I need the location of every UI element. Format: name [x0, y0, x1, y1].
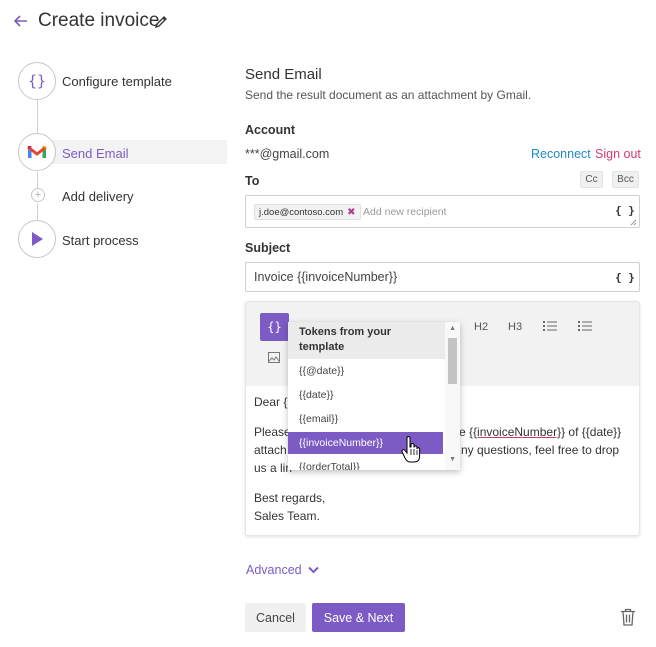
body-text-fragment: e	[459, 425, 470, 439]
subject-tokens-icon[interactable]: { }	[615, 271, 635, 284]
heading2-button[interactable]: H2	[474, 321, 488, 333]
step-connector	[37, 203, 38, 221]
save-next-button[interactable]: Save & Next	[312, 603, 405, 632]
hand-cursor-icon	[401, 436, 421, 463]
bcc-button[interactable]: Bcc	[612, 171, 639, 188]
subject-value: Invoice {{invoiceNumber}}	[254, 270, 398, 284]
body-line-3b: ny questions, feel free to drop	[461, 443, 620, 457]
section-subtitle: Send the result document as an attachmen…	[245, 88, 532, 102]
recipient-chip-label: j.doe@contoso.com	[259, 206, 344, 218]
step-configure-template-icon[interactable]: {}	[18, 62, 56, 100]
advanced-label: Advanced	[246, 563, 302, 577]
reconnect-link[interactable]: Reconnect	[531, 147, 591, 161]
to-tokens-icon[interactable]: { }	[615, 204, 635, 217]
to-label: To	[245, 174, 260, 188]
step-start-process-icon[interactable]	[18, 220, 56, 258]
subject-label: Subject	[245, 241, 291, 255]
tokens-dropdown-header: Tokens from your template	[288, 322, 446, 359]
account-value: ***@gmail.com	[245, 147, 330, 161]
step-connector	[37, 172, 38, 188]
body-line-greeting: Dear {	[254, 395, 288, 409]
invoice-number-token: {{invoiceNumber}}	[469, 425, 566, 439]
bulleted-list-icon[interactable]	[543, 320, 557, 332]
step-label-add-delivery[interactable]: Add delivery	[62, 189, 134, 204]
body-text-fragment: of {{date}}	[565, 425, 622, 439]
plus-icon[interactable]: +	[31, 188, 45, 202]
step-send-email-icon[interactable]	[18, 133, 56, 171]
trash-icon[interactable]	[620, 608, 636, 626]
recipient-chip[interactable]: j.doe@contoso.com ✖	[254, 204, 361, 220]
resize-handle-icon[interactable]	[630, 219, 637, 226]
account-label: Account	[245, 123, 295, 137]
scrollbar-thumb[interactable]	[448, 338, 457, 384]
token-option[interactable]: {{date}}	[288, 384, 443, 406]
recipient-placeholder[interactable]: Add new recipient	[363, 206, 446, 218]
advanced-toggle[interactable]: Advanced	[246, 563, 319, 577]
insert-token-button[interactable]: {}	[260, 313, 289, 341]
step-connector	[37, 100, 38, 134]
braces-icon: {}	[27, 72, 47, 90]
sign-out-link[interactable]: Sign out	[595, 147, 641, 161]
chevron-down-icon	[307, 566, 319, 574]
pencil-icon[interactable]	[154, 15, 168, 29]
tokens-dropdown[interactable]: Tokens from your template {{@date}} {{da…	[288, 322, 460, 470]
page-title: Create invoice	[38, 10, 160, 31]
cc-button[interactable]: Cc	[580, 171, 603, 188]
back-arrow-icon[interactable]	[12, 12, 30, 30]
step-label-send-email[interactable]: Send Email	[62, 146, 128, 161]
step-label-start-process[interactable]: Start process	[62, 233, 139, 248]
step-label-configure-template[interactable]: Configure template	[62, 74, 172, 89]
token-option[interactable]: {{email}}	[288, 408, 443, 430]
remove-recipient-icon[interactable]: ✖	[347, 207, 355, 218]
gmail-icon	[27, 145, 47, 158]
heading3-button[interactable]: H3	[508, 321, 522, 333]
body-line-4: us a lin	[254, 461, 293, 475]
scroll-up-icon[interactable]: ▲	[449, 325, 456, 332]
numbered-list-icon[interactable]	[578, 320, 592, 332]
body-line-2a: Please	[254, 425, 291, 439]
body-closing-1: Best regards,	[254, 491, 326, 505]
section-title: Send Email	[245, 66, 322, 83]
dropdown-scrollbar[interactable]: ▲ ▼	[445, 322, 460, 470]
scroll-down-icon[interactable]: ▼	[449, 456, 456, 463]
image-icon[interactable]	[268, 352, 280, 363]
body-line-3a: attach	[254, 443, 287, 457]
cancel-button[interactable]: Cancel	[245, 603, 306, 632]
play-icon	[32, 232, 43, 246]
token-option[interactable]: {{@date}}	[288, 360, 443, 382]
body-line-2b: e {{invoiceNumber}} of {{date}}	[459, 423, 621, 441]
body-closing-2: Sales Team.	[254, 509, 320, 523]
